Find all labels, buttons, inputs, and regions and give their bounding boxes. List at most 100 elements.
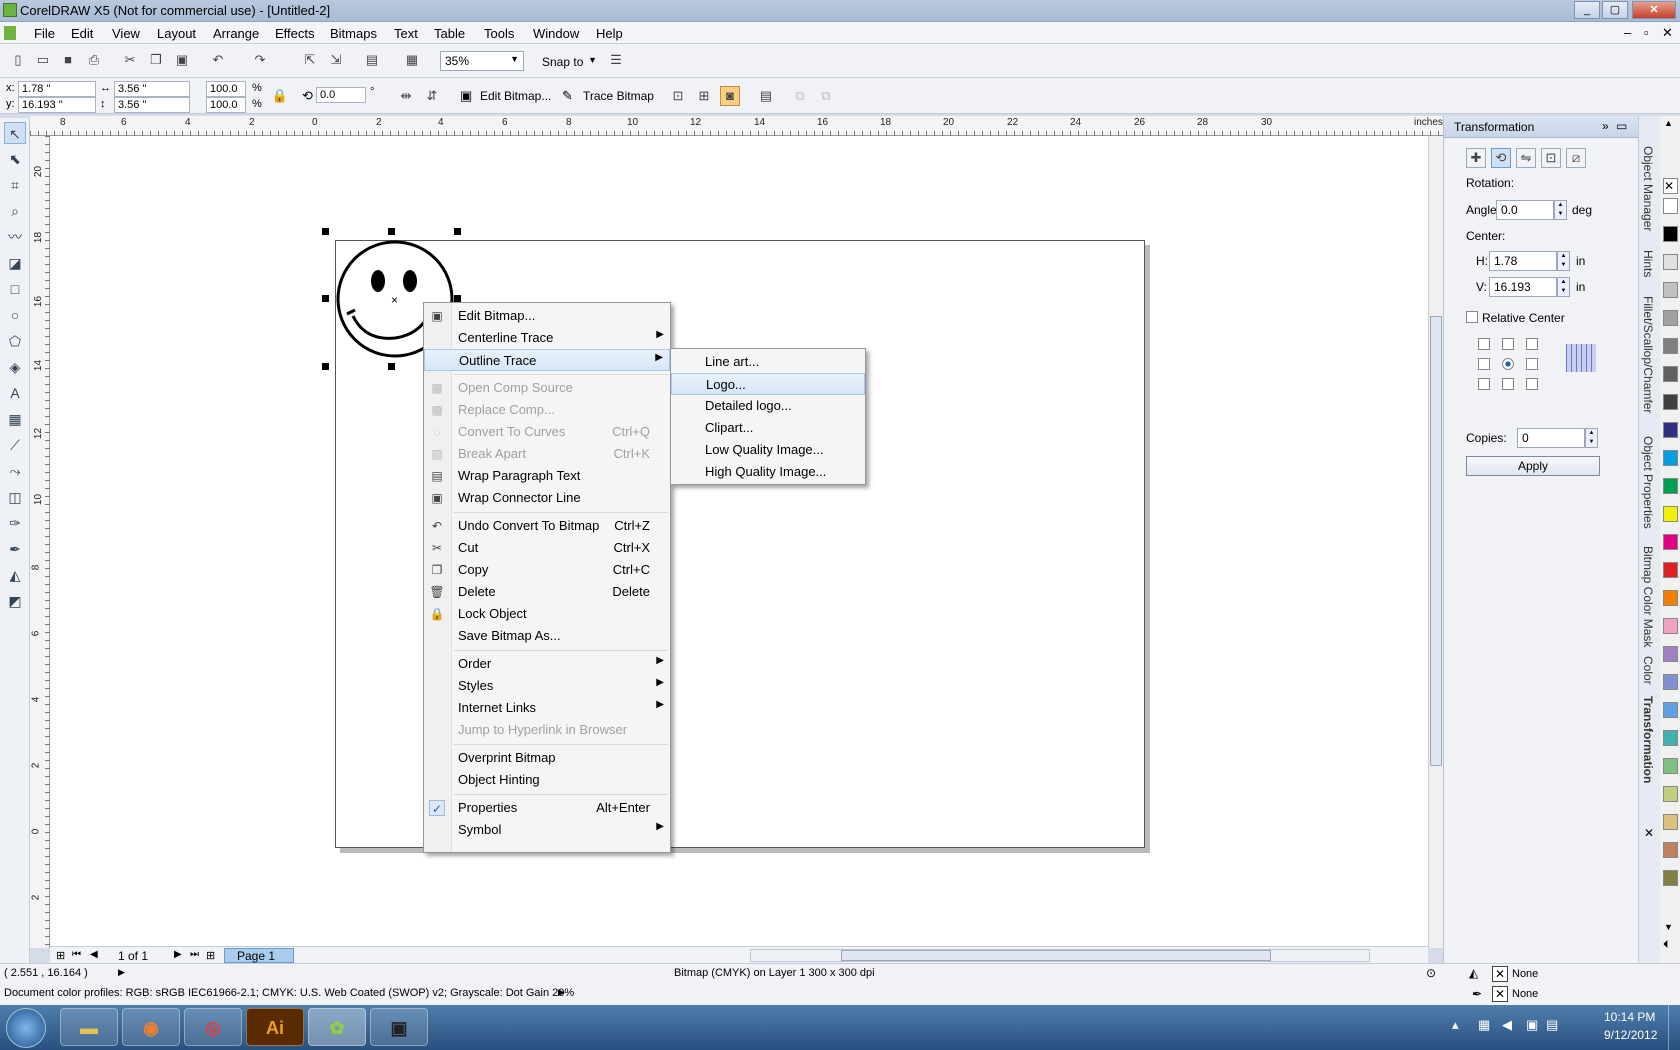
snap-settings-icon[interactable]: ⊙: [1426, 966, 1436, 980]
fill-swatch-none[interactable]: ✕: [1492, 966, 1508, 982]
menu-file[interactable]: File: [34, 26, 55, 41]
angle-input[interactable]: 0.0: [1496, 200, 1554, 220]
tab-fillet-scallop-chamfer[interactable]: Fillet/Scallop/Chamfer: [1641, 296, 1655, 413]
anchor-checkbox[interactable]: [1478, 378, 1490, 390]
close-dockers-icon[interactable]: ✕: [1644, 826, 1654, 840]
chrome-taskbar-icon[interactable]: ◎: [184, 1008, 242, 1046]
corel-pro-taskbar-icon[interactable]: ▣: [370, 1008, 428, 1046]
text-tool-icon[interactable]: A: [4, 382, 26, 404]
anchor-checkbox-center-selected[interactable]: [1502, 358, 1514, 370]
paste-icon[interactable]: ▣: [172, 50, 192, 70]
shape-tool-icon[interactable]: ⬉: [4, 148, 26, 170]
menu-item-delete[interactable]: 🗑 Delete Delete: [424, 581, 670, 603]
rotate-transform-icon[interactable]: ⟲: [1491, 148, 1511, 168]
tray-icon[interactable]: ▤: [1546, 1017, 1558, 1033]
basic-shapes-icon[interactable]: ◈: [4, 356, 26, 378]
export-icon[interactable]: ⇲: [326, 50, 346, 70]
color-swatch[interactable]: [1663, 226, 1678, 242]
undo-icon[interactable]: ↶: [208, 50, 228, 70]
prev-page-icon[interactable]: ◀: [90, 949, 98, 960]
mirror-vertical-icon[interactable]: ⇵: [422, 86, 442, 106]
to-back-icon[interactable]: ⧉: [816, 86, 836, 106]
menu-item-symbol[interactable]: Symbol ▶: [424, 819, 670, 841]
selection-handle[interactable]: [454, 228, 461, 235]
menu-item-replace-comp[interactable]: ▩ Replace Comp...: [424, 399, 670, 421]
anchor-checkbox[interactable]: [1526, 338, 1538, 350]
submenu-item-line-art[interactable]: Line art...: [671, 351, 865, 373]
menu-item-break-apart[interactable]: ▧ Break Apart Ctrl+K: [424, 443, 670, 465]
start-button[interactable]: [6, 1008, 46, 1048]
status-arrow-icon[interactable]: ▶: [118, 967, 125, 978]
selection-handle[interactable]: [388, 363, 395, 370]
color-swatch[interactable]: [1663, 198, 1678, 214]
menu-layout[interactable]: Layout: [157, 26, 196, 41]
add-page-icon[interactable]: ⊞: [56, 949, 65, 962]
vertical-ruler[interactable]: 20 18 16 14 12 10 8 6 4 2 0 2: [30, 136, 50, 948]
menu-item-internet-links[interactable]: Internet Links ▶: [424, 697, 670, 719]
snap-chevron-icon[interactable]: ▼: [588, 55, 597, 65]
first-page-icon[interactable]: ⏮: [72, 949, 81, 960]
doc-minimize-icon[interactable]: –: [1624, 25, 1631, 40]
color-swatch[interactable]: [1663, 310, 1678, 326]
center-v-input[interactable]: 16.193: [1489, 277, 1557, 297]
color-swatch[interactable]: [1663, 786, 1678, 802]
dimension-tool-icon[interactable]: ⟋: [4, 434, 26, 456]
palette-scroll-up-icon[interactable]: ▲: [1664, 118, 1673, 128]
to-front-icon[interactable]: ⧉: [790, 86, 810, 106]
copies-input[interactable]: 0: [1517, 428, 1585, 448]
save-icon[interactable]: ■: [58, 50, 78, 70]
angle-field[interactable]: 0.0: [316, 87, 366, 103]
menu-item-jump-to-hyperlink[interactable]: Jump to Hyperlink in Browser: [424, 719, 670, 741]
horizontal-scroll-thumb[interactable]: [841, 950, 1271, 961]
options-icon[interactable]: ☰: [606, 50, 626, 70]
freehand-tool-icon[interactable]: 〰: [4, 226, 26, 248]
anchor-checkbox[interactable]: [1502, 338, 1514, 350]
menu-item-save-bitmap-as[interactable]: Save Bitmap As...: [424, 625, 670, 647]
explorer-taskbar-icon[interactable]: ▬: [60, 1008, 118, 1046]
anchor-checkbox[interactable]: [1526, 358, 1538, 370]
palette-expand-icon[interactable]: ⏴: [1663, 939, 1669, 952]
menu-item-wrap-connector-line[interactable]: ▣ Wrap Connector Line: [424, 487, 670, 509]
table-tool-icon[interactable]: ▦: [4, 408, 26, 430]
tab-object-manager[interactable]: Object Manager: [1641, 146, 1655, 231]
horizontal-ruler[interactable]: 8 6 4 2 0 2 4 6 8 10 12 14 16 18 20 22 2…: [30, 116, 1443, 136]
tab-object-properties[interactable]: Object Properties: [1641, 436, 1655, 529]
add-page-after-icon[interactable]: ⊞: [206, 949, 215, 962]
menu-bitmaps[interactable]: Bitmaps: [330, 26, 377, 41]
menu-item-undo[interactable]: ↶ Undo Convert To Bitmap Ctrl+Z: [424, 515, 670, 537]
scale-x-field[interactable]: 100.0: [206, 81, 246, 97]
color-swatch[interactable]: [1663, 646, 1678, 662]
menu-edit[interactable]: Edit: [71, 26, 93, 41]
color-swatch[interactable]: [1663, 870, 1678, 886]
scale-y-field[interactable]: 100.0: [206, 97, 246, 113]
zoom-tool-icon[interactable]: ⌕: [4, 200, 26, 222]
clock-date[interactable]: 9/12/2012: [1604, 1028, 1657, 1042]
polygon-tool-icon[interactable]: ⬠: [4, 330, 26, 352]
color-swatch[interactable]: [1663, 282, 1678, 298]
color-swatch[interactable]: [1663, 254, 1678, 270]
application-launcher-icon[interactable]: ▤: [362, 50, 382, 70]
submenu-item-low-quality-image[interactable]: Low Quality Image...: [671, 439, 865, 461]
maximize-button[interactable]: ▢: [1602, 1, 1628, 19]
last-page-icon[interactable]: ⏭: [190, 949, 199, 960]
color-swatch[interactable]: [1663, 562, 1678, 578]
menu-item-convert-to-curves[interactable]: ◌ Convert To Curves Ctrl+Q: [424, 421, 670, 443]
submenu-item-high-quality-image[interactable]: High Quality Image...: [671, 461, 865, 483]
tab-bitmap-color-mask[interactable]: Bitmap Color Mask: [1641, 546, 1655, 647]
blend-tool-icon[interactable]: ◫: [4, 486, 26, 508]
menu-text[interactable]: Text: [394, 26, 418, 41]
center-h-spinner[interactable]: ▲ ▼: [1557, 251, 1570, 271]
docker-expand-icon[interactable]: »: [1602, 119, 1609, 133]
interactive-fill-icon[interactable]: ◩: [4, 590, 26, 612]
menu-window[interactable]: Window: [533, 26, 579, 41]
selection-handle[interactable]: [322, 295, 329, 302]
selection-handle[interactable]: [388, 228, 395, 235]
color-swatch[interactable]: [1663, 422, 1678, 438]
copies-spinner[interactable]: ▲ ▼: [1585, 428, 1598, 448]
no-color-swatch[interactable]: ✕: [1663, 178, 1678, 194]
color-swatch[interactable]: [1663, 758, 1678, 774]
vertical-scrollbar[interactable]: [1428, 136, 1443, 948]
outline-pen-icon[interactable]: ✒: [4, 538, 26, 560]
selection-handle[interactable]: [322, 363, 329, 370]
tab-color[interactable]: Color: [1641, 656, 1655, 685]
